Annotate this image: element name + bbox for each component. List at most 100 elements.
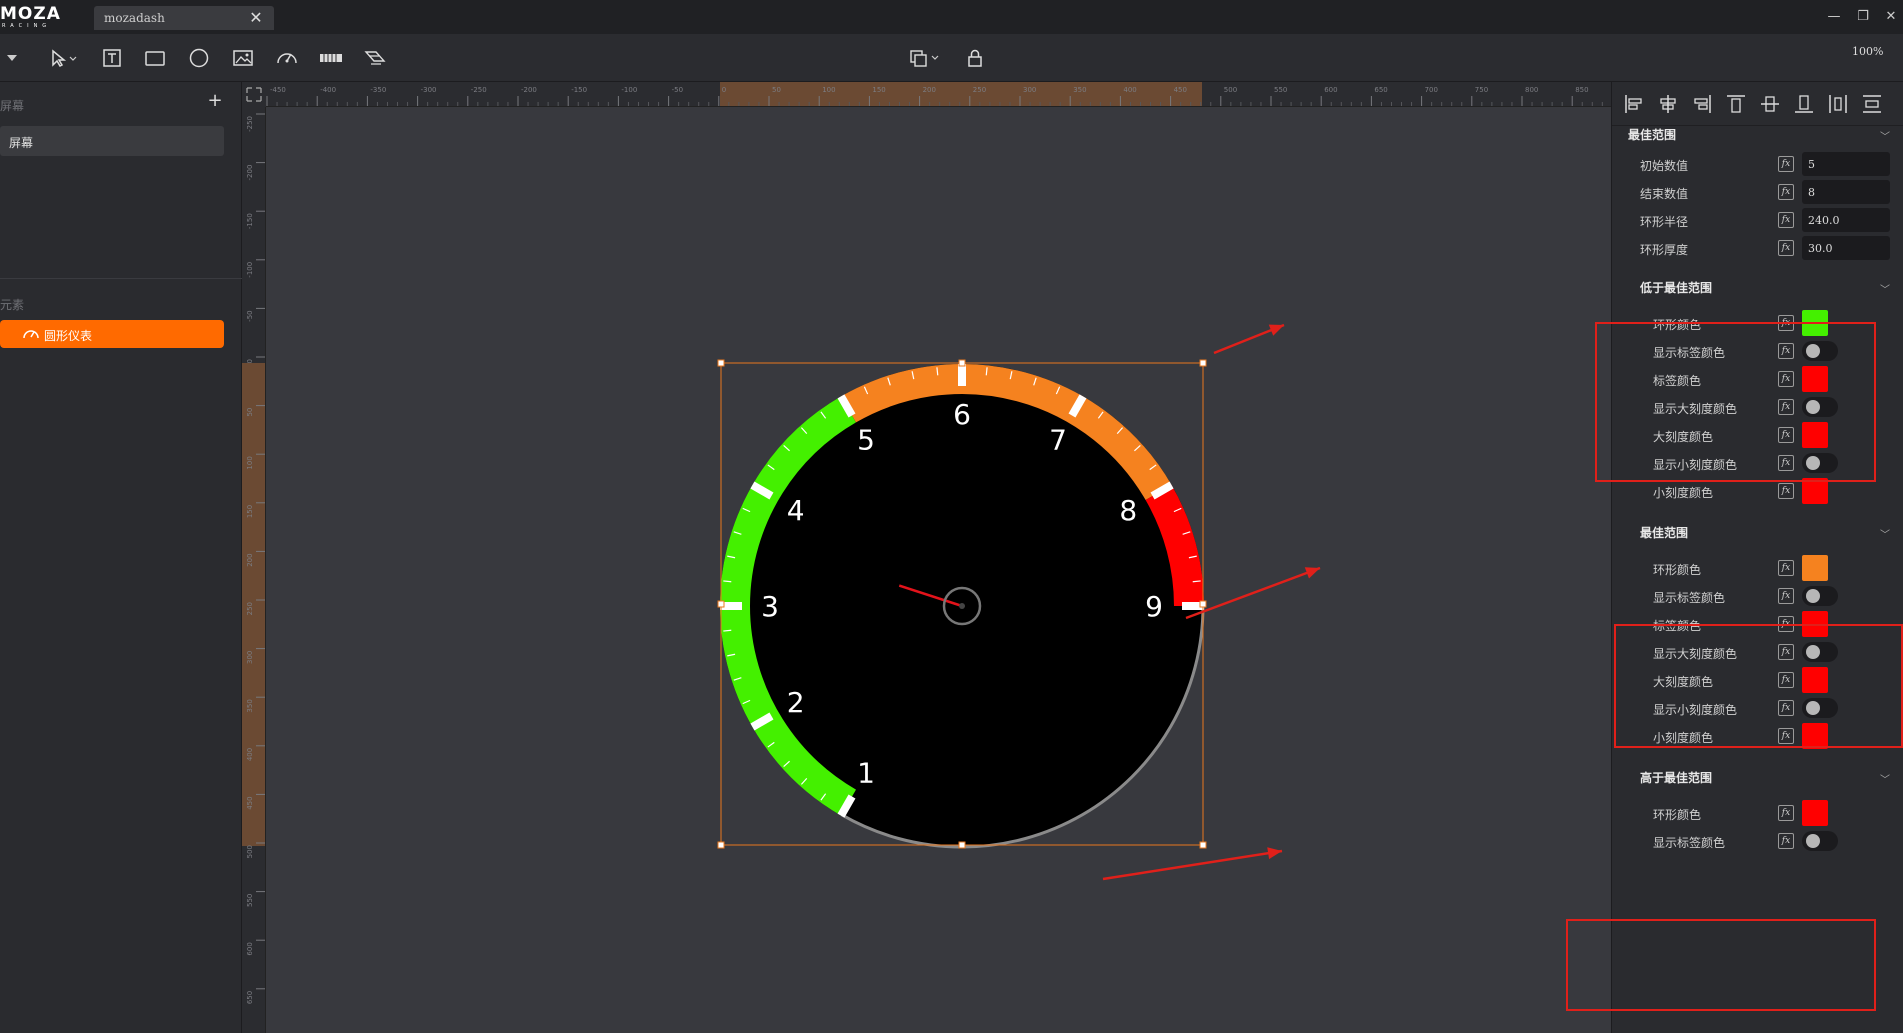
moza-logo: MOZA RACING (0, 6, 76, 30)
formula-icon[interactable]: fx (1778, 212, 1794, 228)
ruler-label: 300 (1023, 86, 1036, 94)
align-center-h-icon[interactable] (1656, 92, 1680, 116)
screen-item-label: 屏幕 (9, 136, 34, 150)
formula-icon[interactable]: fx (1778, 833, 1794, 849)
align-bottom-icon[interactable] (1792, 92, 1816, 116)
color-swatch[interactable] (1802, 555, 1828, 581)
annotation-arrowhead (1304, 567, 1320, 579)
toggle-switch[interactable] (1802, 586, 1838, 606)
section-title[interactable]: 高于最佳范围 (1640, 769, 1712, 786)
circular-gauge[interactable]: 1 2 3 4 5 6 7 8 9 (720, 364, 1205, 849)
collapse-chevron-icon[interactable]: ﹀ (1880, 128, 1890, 143)
value-input[interactable]: 5 (1802, 152, 1890, 176)
resize-handle[interactable] (717, 600, 725, 608)
add-screen-button[interactable]: + (206, 92, 224, 110)
annotation-arrow (1102, 849, 1283, 881)
align-top-icon[interactable] (1724, 92, 1748, 116)
gauge-label: 3 (761, 590, 779, 623)
gauge-minor-tick (723, 629, 732, 632)
formula-icon[interactable]: fx (1778, 588, 1794, 604)
gauge-label: 2 (787, 686, 805, 719)
gauge-element-icon (23, 330, 39, 339)
ruler-label: -200 (521, 86, 537, 94)
ruler-label: -450 (270, 86, 286, 94)
select-tool-icon[interactable] (44, 44, 82, 72)
section-title[interactable]: 低于最佳范围 (1640, 279, 1712, 296)
formula-icon[interactable]: fx (1778, 240, 1794, 256)
resize-handle[interactable] (1199, 359, 1207, 367)
align-right-icon[interactable] (1690, 92, 1714, 116)
collapse-chevron-icon[interactable]: ﹀ (1880, 281, 1890, 296)
caret-down-icon[interactable] (0, 44, 24, 72)
collapse-chevron-icon[interactable]: ﹀ (1880, 526, 1890, 541)
restore-icon[interactable]: ❐ (1852, 8, 1874, 26)
ruler-label: 400 (246, 748, 254, 761)
ruler-label: 0 (722, 86, 726, 94)
color-swatch[interactable] (1802, 800, 1828, 826)
screen-list-item[interactable]: 屏幕 (0, 126, 224, 156)
close-window-icon[interactable]: ✕ (1880, 8, 1902, 26)
ruler-label: -50 (672, 86, 683, 94)
minimize-icon[interactable]: — (1823, 8, 1845, 26)
section-title[interactable]: 最佳范围 (1640, 524, 1688, 541)
text-tool-icon[interactable] (97, 44, 127, 72)
distribute-vertical-icon[interactable] (1860, 92, 1884, 116)
resize-handle[interactable] (1199, 600, 1207, 608)
align-center-v-icon[interactable] (1758, 92, 1782, 116)
element-list-item-gauge[interactable]: 圆形仪表 (0, 320, 224, 348)
image-tool-icon[interactable] (228, 44, 258, 72)
design-canvas[interactable]: 1 2 3 4 5 6 7 8 9 (266, 107, 1611, 1033)
section-title[interactable]: 最佳范围 (1628, 126, 1676, 143)
formula-icon[interactable]: fx (1778, 560, 1794, 576)
resize-handle[interactable] (958, 359, 966, 367)
value-input[interactable]: 30.0 (1802, 236, 1890, 260)
left-panel: 屏幕 + 屏幕 元素 圆形仪表 (0, 82, 242, 1033)
formula-icon[interactable]: fx (1778, 184, 1794, 200)
ruler-corner[interactable] (242, 82, 266, 107)
ruler-label: 400 (1123, 86, 1136, 94)
bar-tool-icon[interactable] (316, 44, 346, 72)
formula-icon[interactable]: fx (1778, 483, 1794, 499)
distribute-horizontal-icon[interactable] (1826, 92, 1850, 116)
ruler-label: -150 (571, 86, 587, 94)
ruler-label: 500 (246, 845, 254, 858)
ruler-label: 250 (973, 86, 986, 94)
resize-handle[interactable] (1199, 841, 1207, 849)
property-label: 初始数值 (1640, 159, 1689, 173)
circle-tool-icon[interactable] (184, 44, 214, 72)
layer-order-icon[interactable] (905, 44, 945, 72)
value-input[interactable]: 240.0 (1802, 208, 1890, 232)
gauge-label: 6 (953, 398, 971, 431)
resize-handle[interactable] (717, 841, 725, 849)
toggle-knob (1806, 834, 1820, 848)
close-tab-icon[interactable]: ✕ (246, 8, 266, 28)
ruler-label: -350 (370, 86, 386, 94)
align-left-icon[interactable] (1622, 92, 1646, 116)
resize-handle[interactable] (958, 841, 966, 849)
ruler-label: 500 (1224, 86, 1237, 94)
ruler-label: 200 (923, 86, 936, 94)
annotation-box-best-range (1614, 624, 1903, 748)
panel-divider (0, 278, 242, 279)
zoom-select[interactable]: 100% (1852, 45, 1883, 58)
collapse-chevron-icon[interactable]: ﹀ (1880, 771, 1890, 786)
rectangle-tool-icon[interactable] (140, 44, 170, 72)
formula-icon[interactable]: fx (1778, 805, 1794, 821)
ruler-label: 800 (1525, 86, 1538, 94)
properties-panel: 最佳范围 ﹀ 初始数值 fx 5 结束数值 fx 8 环形半径 fx 240.0 环形厚度 fx 30.0… (1611, 82, 1903, 1033)
toggle-switch[interactable] (1802, 831, 1838, 851)
gauge-tool-icon[interactable] (272, 44, 302, 72)
lock-icon[interactable] (960, 44, 990, 72)
formula-icon[interactable]: fx (1778, 156, 1794, 172)
shift-light-tool-icon[interactable] (360, 44, 390, 72)
ruler-label: 300 (246, 651, 254, 664)
ruler-label: -250 (471, 86, 487, 94)
annotation-arrowhead (1267, 847, 1282, 860)
ruler-label: 550 (1274, 86, 1287, 94)
document-tab[interactable]: mozadash ✕ (94, 6, 274, 30)
value-input[interactable]: 8 (1802, 180, 1890, 204)
annotation-arrowhead (1268, 324, 1284, 336)
ruler-label: 350 (246, 699, 254, 712)
gauge-label: 8 (1119, 494, 1137, 527)
resize-handle[interactable] (717, 359, 725, 367)
